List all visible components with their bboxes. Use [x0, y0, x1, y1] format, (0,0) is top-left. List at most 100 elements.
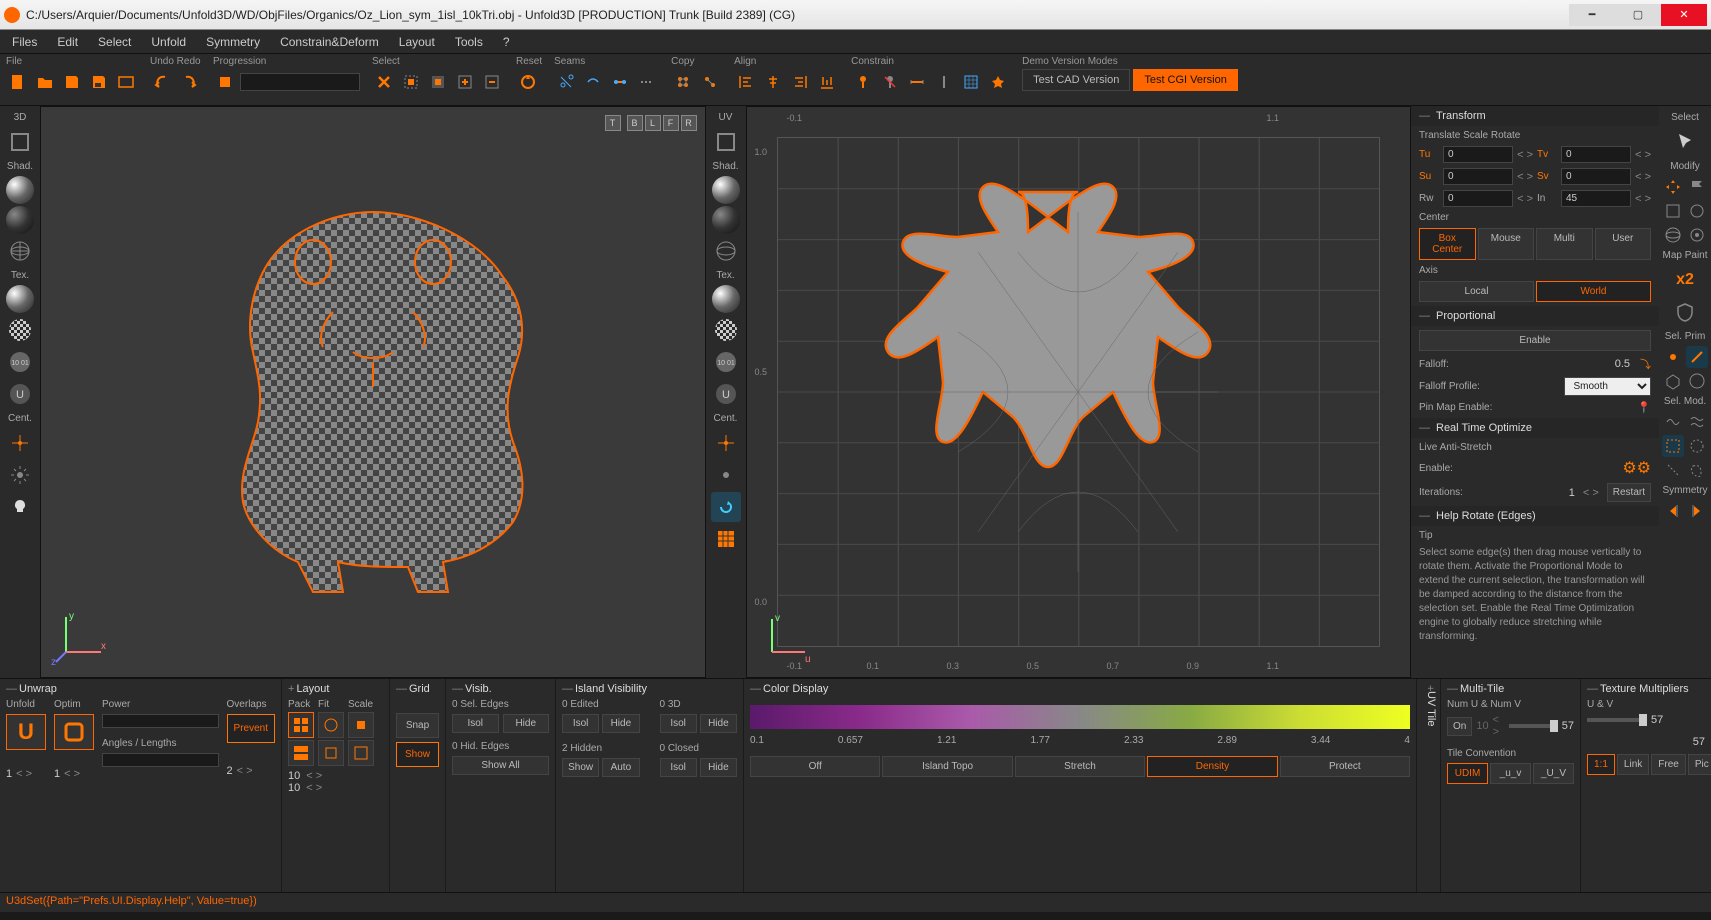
help-header[interactable]: Help Rotate (Edges) [1411, 506, 1659, 526]
redo-button[interactable] [177, 69, 201, 95]
uv-grid-button[interactable] [711, 524, 741, 554]
uv-tex-numbers-button[interactable]: 10 01 [711, 347, 741, 377]
isol-3d-button[interactable]: Isol [660, 714, 697, 733]
stop-button[interactable] [213, 69, 237, 95]
vertex-button[interactable] [1662, 346, 1684, 368]
constrain-v-button[interactable] [932, 69, 956, 95]
falloff-icon[interactable]: ⤵ [1640, 356, 1651, 372]
isol-closed-button[interactable]: Isol [660, 758, 697, 777]
rect-sel-button[interactable] [1662, 435, 1684, 457]
uv-center-button[interactable] [711, 428, 741, 458]
constrain-grid-button[interactable] [959, 69, 983, 95]
sym-left-button[interactable] [1662, 500, 1684, 522]
link-button[interactable]: Link [1617, 754, 1649, 775]
minimize-button[interactable]: ━ [1569, 4, 1615, 26]
multitile-header[interactable]: Multi-Tile [1447, 683, 1574, 695]
target-button[interactable] [1686, 224, 1708, 246]
gears-icon[interactable]: ⚙⚙ [1622, 458, 1651, 478]
uv-lower-button[interactable]: _u_v [1490, 763, 1531, 784]
select-all-button[interactable] [399, 69, 423, 95]
edge-button[interactable] [1686, 346, 1708, 368]
pin-button[interactable] [851, 69, 875, 95]
uv-globe-button[interactable] [711, 236, 741, 266]
select-invert-button[interactable] [426, 69, 450, 95]
uv-shading-flat-button[interactable] [712, 206, 740, 234]
menu-symmetry[interactable]: Symmetry [196, 32, 270, 52]
select-shrink-button[interactable] [480, 69, 504, 95]
menu-unfold[interactable]: Unfold [141, 32, 196, 52]
align-center-button[interactable] [761, 69, 785, 95]
poly-button[interactable] [1662, 370, 1684, 392]
move-button[interactable] [1662, 176, 1684, 198]
view-r-button[interactable]: R [681, 115, 697, 131]
hide-3d-button[interactable]: Hide [700, 714, 737, 733]
reset-button[interactable] [516, 69, 540, 95]
mouse-center-button[interactable]: Mouse [1478, 228, 1535, 260]
hide-isl-button[interactable]: Hide [602, 714, 639, 733]
world-axis-button[interactable]: World [1536, 281, 1651, 302]
snap-button[interactable]: Snap [396, 713, 439, 738]
isol-isl-button[interactable]: Isol [562, 714, 599, 733]
maximize-button[interactable]: ▢ [1615, 4, 1661, 26]
island-button[interactable] [1686, 370, 1708, 392]
align-left-button[interactable] [734, 69, 758, 95]
free-button[interactable]: Free [1651, 754, 1686, 775]
menu-tools[interactable]: Tools [445, 32, 493, 52]
close-button[interactable]: ✕ [1661, 4, 1707, 26]
transform-header[interactable]: Transform [1411, 106, 1659, 126]
shading-globe-button[interactable] [5, 236, 35, 266]
deselect-button[interactable] [372, 69, 396, 95]
wave2-button[interactable] [1686, 411, 1708, 433]
lasso-sel-button[interactable] [1686, 459, 1708, 481]
layout-header[interactable]: Layout [288, 683, 383, 695]
wave-button[interactable] [1662, 411, 1684, 433]
pin-icon[interactable]: 📍 [1637, 401, 1651, 414]
view-l-button[interactable]: L [645, 115, 661, 131]
fit-2-button[interactable] [318, 740, 344, 766]
uv-refresh-button[interactable] [711, 492, 741, 522]
uv-frame-button[interactable] [711, 127, 741, 157]
unpin-button[interactable] [878, 69, 902, 95]
optim-button[interactable] [54, 714, 94, 750]
view-f-button[interactable]: F [663, 115, 679, 131]
tex-checker-button[interactable] [5, 315, 35, 345]
multi-center-button[interactable]: Multi [1536, 228, 1593, 260]
select-cursor-button[interactable] [1670, 127, 1700, 157]
copy-alt-button[interactable] [698, 69, 722, 95]
scale-button[interactable] [1662, 200, 1684, 222]
color-off-button[interactable]: Off [750, 756, 880, 777]
x2-button[interactable]: x2 [1670, 265, 1700, 295]
power-slider[interactable] [102, 714, 219, 728]
show-grid-button[interactable]: Show [396, 742, 439, 767]
uv-tex-white-button[interactable] [712, 285, 740, 313]
rotate-button[interactable] [1686, 200, 1708, 222]
weld-button[interactable] [581, 69, 605, 95]
sv-field[interactable] [1561, 168, 1631, 185]
globe-button[interactable] [1662, 224, 1684, 246]
falloff-profile-select[interactable]: Smooth [1564, 377, 1651, 396]
box-center-button[interactable]: Box Center [1419, 228, 1476, 260]
sym-right-button[interactable] [1686, 500, 1708, 522]
unwrap-header[interactable]: Unwrap [6, 683, 275, 695]
optimize-header[interactable]: Real Time Optimize [1411, 418, 1659, 438]
island-vis-header[interactable]: Island Visibility [562, 683, 737, 695]
color-island-button[interactable]: Island Topo [882, 756, 1012, 777]
seam-add-button[interactable] [608, 69, 632, 95]
menu-edit[interactable]: Edit [47, 32, 88, 52]
shading-wire-button[interactable] [6, 206, 34, 234]
user-center-button[interactable]: User [1595, 228, 1652, 260]
menu-files[interactable]: Files [2, 32, 47, 52]
shading-lit-button[interactable] [6, 176, 34, 204]
restart-button[interactable]: Restart [1607, 483, 1651, 502]
view-t-button[interactable]: T [605, 115, 621, 131]
new-file-button[interactable] [6, 69, 30, 95]
test-cad-button[interactable]: Test CAD Version [1022, 69, 1130, 91]
unfold-button[interactable]: U [6, 714, 46, 750]
rw-field[interactable] [1443, 190, 1513, 207]
copy-button[interactable] [671, 69, 695, 95]
menu-constrain-deform[interactable]: Constrain&Deform [270, 32, 389, 52]
constrain-star-button[interactable] [986, 69, 1010, 95]
flag-button[interactable] [1686, 176, 1708, 198]
tv-field[interactable] [1561, 146, 1631, 163]
fit-1-button[interactable] [318, 712, 344, 738]
